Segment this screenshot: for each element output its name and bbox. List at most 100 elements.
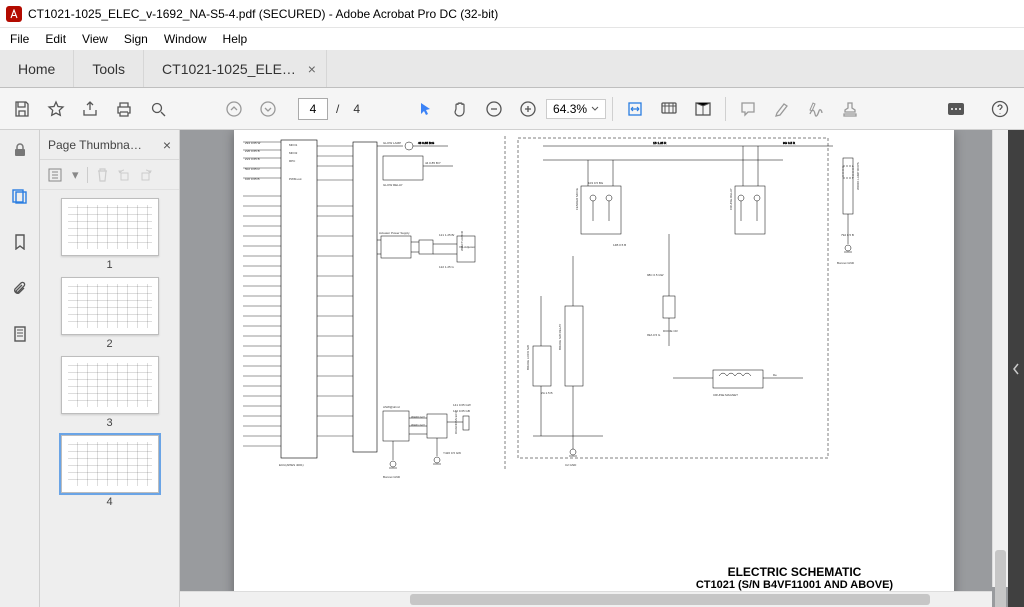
svg-text:W/ACTUATOR: W/ACTUATOR xyxy=(460,230,464,251)
svg-text:BRAKE SW RELAY: BRAKE SW RELAY xyxy=(558,324,562,350)
svg-text:W420 GrY: W420 GrY xyxy=(411,415,425,419)
thumb-delete-icon[interactable] xyxy=(96,168,109,182)
tab-document[interactable]: CT1021-1025_ELE… × xyxy=(144,50,327,87)
thumbnails-list[interactable]: 1 2 3 4 xyxy=(40,190,179,607)
page-number-input[interactable] xyxy=(298,98,328,120)
svg-text:Z21 0.65 B: Z21 0.65 B xyxy=(245,157,260,161)
notifications-icon[interactable] xyxy=(940,93,972,125)
horizontal-scrollbar[interactable] xyxy=(180,591,992,607)
close-panel-icon[interactable]: × xyxy=(163,137,171,153)
svg-text:121 1.25 Br: 121 1.25 Br xyxy=(439,233,455,237)
svg-text:GLOW RELAY: GLOW RELAY xyxy=(383,183,403,187)
read-mode-icon[interactable] xyxy=(687,93,719,125)
pdf-page: 294 0.65 WZ20 0.65 BZ21 0.65 B 502 0.65 … xyxy=(234,130,954,607)
thumbnails-header: Page Thumbna… × xyxy=(40,130,179,160)
help-icon[interactable] xyxy=(984,93,1016,125)
svg-text:79d 0.5 B: 79d 0.5 B xyxy=(841,233,854,237)
svg-text:44 0.85 BrY: 44 0.85 BrY xyxy=(425,161,441,165)
thumb-rotate-ccw-icon[interactable] xyxy=(117,168,131,182)
menu-help[interactable]: Help xyxy=(215,30,256,48)
highlight-icon[interactable] xyxy=(766,93,798,125)
print-icon[interactable] xyxy=(108,93,140,125)
page-total: 4 xyxy=(347,102,366,116)
selection-tool-icon[interactable] xyxy=(410,93,442,125)
svg-text:CRUISE RELAY: CRUISE RELAY xyxy=(729,188,733,210)
svg-text:DIODE CR: DIODE CR xyxy=(663,329,679,333)
svg-text:502 0.65 R: 502 0.65 R xyxy=(245,167,261,171)
tab-bar: Home Tools CT1021-1025_ELE… × xyxy=(0,50,1024,88)
svg-text:ECU(APIES 4001): ECU(APIES 4001) xyxy=(279,463,304,467)
vertical-scrollbar[interactable] xyxy=(992,130,1008,587)
thumb-options-icon[interactable] xyxy=(48,168,64,182)
thumbnail-page-4[interactable]: 4 xyxy=(61,435,159,508)
page-separator: / xyxy=(330,102,345,116)
fit-width-icon[interactable] xyxy=(619,93,651,125)
thumbnails-panel-icon[interactable] xyxy=(6,182,34,210)
svg-text:C2 GND: C2 GND xyxy=(565,463,577,467)
thumbnail-page-2[interactable]: 2 xyxy=(61,277,159,350)
svg-text:100 0.65 B: 100 0.65 B xyxy=(245,177,260,181)
comment-icon[interactable] xyxy=(732,93,764,125)
menu-window[interactable]: Window xyxy=(156,30,215,48)
hand-tool-icon[interactable] xyxy=(444,93,476,125)
document-viewport[interactable]: 294 0.65 WZ20 0.65 BZ21 0.65 B 502 0.65 … xyxy=(180,130,1008,607)
svg-text:DIAGNOSS ECU: DIAGNOSS ECU xyxy=(454,411,458,434)
svg-text:MFO1: MFO1 xyxy=(289,143,298,147)
toolbar: / 4 64.3% xyxy=(0,88,1024,130)
left-nav-rail xyxy=(0,130,40,607)
svg-text:CRUISE MAGNET: CRUISE MAGNET xyxy=(713,393,738,397)
svg-text:Bonnet GND: Bonnet GND xyxy=(383,475,401,479)
star-icon[interactable] xyxy=(40,93,72,125)
svg-text:122 1.25 G: 122 1.25 G xyxy=(439,265,455,269)
tab-close-icon[interactable]: × xyxy=(308,61,316,77)
model-line-1: CT1021 (S/N B4VF11001 AND ABOVE) xyxy=(695,579,894,591)
svg-text:46 0.85 BrG: 46 0.85 BrG xyxy=(418,141,435,145)
menu-file[interactable]: File xyxy=(2,30,37,48)
svg-text:GLOW LAMP: GLOW LAMP xyxy=(383,141,401,145)
menu-view[interactable]: View xyxy=(74,30,116,48)
menu-edit[interactable]: Edit xyxy=(37,30,74,48)
sign-icon[interactable] xyxy=(800,93,832,125)
svg-text:294 0.65 W: 294 0.65 W xyxy=(245,141,261,145)
schematic-title: ELECTRIC SCHEMATIC xyxy=(695,565,894,579)
stamp-icon[interactable] xyxy=(834,93,866,125)
thumbnail-page-3[interactable]: 3 xyxy=(61,356,159,429)
page-display-icon[interactable] xyxy=(653,93,685,125)
svg-text:ASW@ohnd: ASW@ohnd xyxy=(383,405,400,409)
window-title: CT1021-1025_ELEC_v-1692_NA-S5-4.pdf (SEC… xyxy=(28,7,498,21)
horizontal-scroll-thumb[interactable] xyxy=(410,594,930,605)
page-up-icon[interactable] xyxy=(218,93,250,125)
thumbnails-title: Page Thumbna… xyxy=(48,138,142,152)
svg-text:Actuator Power Supply: Actuator Power Supply xyxy=(379,231,410,235)
page-down-icon[interactable] xyxy=(252,93,284,125)
lock-icon[interactable] xyxy=(6,136,34,164)
svg-text:WORK LAMP ROPS: WORK LAMP ROPS xyxy=(856,162,860,190)
find-icon[interactable] xyxy=(142,93,174,125)
zoom-level-dropdown[interactable]: 64.3% xyxy=(546,99,606,119)
svg-text:MFO2: MFO2 xyxy=(289,151,298,155)
tab-tools[interactable]: Tools xyxy=(74,50,144,87)
vertical-scroll-thumb[interactable] xyxy=(995,550,1006,607)
svg-text:99A 0.5 G: 99A 0.5 G xyxy=(647,333,661,337)
page-thumbnails-panel: Page Thumbna… × ▾ 1 2 3 4 xyxy=(40,130,180,607)
right-tools-pane-toggle[interactable] xyxy=(1008,130,1024,607)
layers-panel-icon[interactable] xyxy=(6,320,34,348)
svg-text:BRAKE LOCK SW: BRAKE LOCK SW xyxy=(526,345,530,370)
zoom-in-icon[interactable] xyxy=(512,93,544,125)
svg-text:Bonnet GND: Bonnet GND xyxy=(837,261,855,265)
svg-text:RPC: RPC xyxy=(289,159,296,163)
share-icon[interactable] xyxy=(74,93,106,125)
svg-text:FENDER MOVE: FENDER MOVE xyxy=(575,188,579,210)
thumbnail-page-1[interactable]: 1 xyxy=(61,198,159,271)
attachments-panel-icon[interactable] xyxy=(6,274,34,302)
zoom-out-icon[interactable] xyxy=(478,93,510,125)
thumb-rotate-cw-icon[interactable] xyxy=(139,168,153,182)
tab-home[interactable]: Home xyxy=(0,50,74,87)
menu-sign[interactable]: Sign xyxy=(116,30,156,48)
svg-text:9G 0.5 R: 9G 0.5 R xyxy=(783,141,796,145)
svg-text:De: De xyxy=(773,373,777,377)
tab-document-label: CT1021-1025_ELE… xyxy=(162,61,296,77)
svg-text:PWM-out: PWM-out xyxy=(289,177,302,181)
save-icon[interactable] xyxy=(6,93,38,125)
bookmarks-panel-icon[interactable] xyxy=(6,228,34,256)
